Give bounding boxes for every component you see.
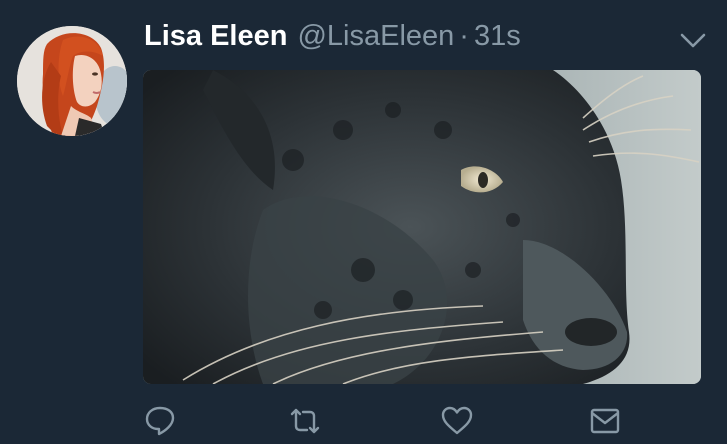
avatar[interactable]: [17, 26, 127, 136]
chevron-down-icon[interactable]: [680, 32, 706, 50]
separator-dot: ·: [459, 20, 469, 52]
user-handle[interactable]: @LisaEleen: [297, 20, 454, 53]
retweet-icon[interactable]: [288, 404, 322, 438]
tweet-media-image[interactable]: [143, 70, 701, 384]
tweet-header: Lisa Eleen @LisaEleen · 31s: [144, 20, 521, 60]
reply-icon[interactable]: [143, 404, 177, 438]
display-name[interactable]: Lisa Eleen: [144, 20, 287, 53]
black-panther-photo: [143, 70, 701, 384]
envelope-icon[interactable]: [588, 404, 622, 438]
heart-icon[interactable]: [440, 404, 474, 438]
tweet-card[interactable]: Lisa Eleen @LisaEleen · 31s: [0, 0, 727, 444]
avatar-image: [17, 26, 127, 136]
tweet-actions: [0, 404, 727, 444]
timestamp[interactable]: 31s: [474, 20, 521, 53]
